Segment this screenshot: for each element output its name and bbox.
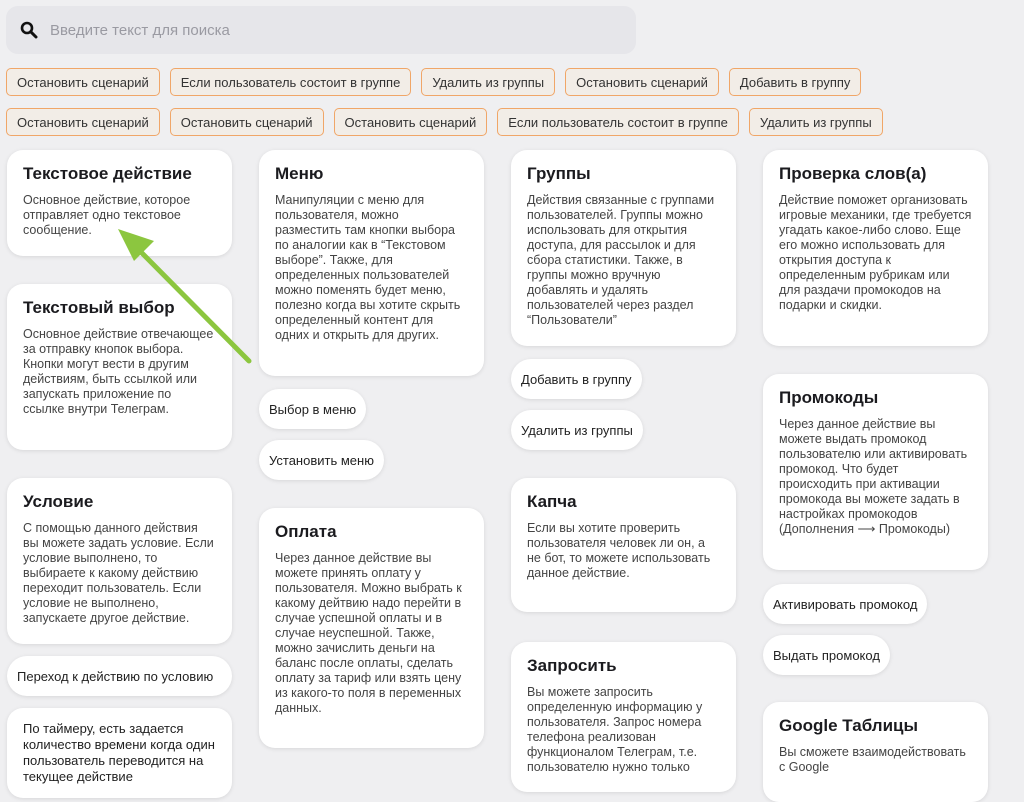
card-description: Действия связанные с группами пользовате… (527, 193, 715, 327)
card-title: Условие (23, 492, 94, 511)
chip-stop-scenario[interactable]: Остановить сценарий (333, 108, 488, 136)
card-promocodes[interactable]: Промокоды Через данное действие вы может… (763, 374, 988, 570)
card-word-check[interactable]: Проверка слов(а) Действие поможет органи… (763, 150, 988, 346)
chip-stop-scenario[interactable]: Остановить сценарий (6, 108, 160, 136)
card-request[interactable]: Запросить Вы можете запросить определенн… (511, 642, 736, 792)
card-title: Текстовое действие (23, 164, 192, 183)
chip-stop-scenario[interactable]: Остановить сценарий (565, 68, 719, 96)
chip-row-1: Остановить сценарий Если пользователь со… (6, 68, 862, 96)
card-groups[interactable]: Группы Действия связанные с группами пол… (511, 150, 736, 346)
card-title: Запросить (527, 656, 617, 675)
pill-give-promocode[interactable]: Выдать промокод (763, 635, 890, 675)
card-description: Основное действие, которое отправляет од… (23, 193, 191, 237)
card-description: С помощью данного действия вы можете зад… (23, 521, 214, 625)
card-title: Группы (527, 164, 591, 183)
card-condition[interactable]: Условие С помощью данного действия вы мо… (7, 478, 232, 644)
card-description: Если вы хотите проверить пользователя че… (527, 521, 711, 580)
pill-menu-choice[interactable]: Выбор в меню (259, 389, 367, 429)
card-description: Вы можете запросить определенную информа… (527, 685, 703, 774)
card-title: Меню (275, 164, 324, 183)
card-text-action[interactable]: Текстовое действие Основное действие, ко… (7, 150, 232, 256)
pill-set-menu[interactable]: Установить меню (259, 440, 384, 480)
card-description: По таймеру, есть задается количество вре… (23, 721, 215, 784)
card-payment[interactable]: Оплата Через данное действие вы можете п… (259, 508, 484, 748)
card-description: Основное действие отвечающее за отправку… (23, 327, 214, 416)
pill-remove-from-group[interactable]: Удалить из группы (511, 410, 643, 450)
chip-row-2: Остановить сценарий Остановить сценарий … (6, 108, 883, 136)
chip-remove-from-group[interactable]: Удалить из группы (748, 108, 883, 136)
pill-goto-by-condition[interactable]: Переход к действию по условию (7, 656, 232, 696)
card-title: Google Таблицы (779, 716, 918, 735)
card-google-sheets[interactable]: Google Таблицы Вы сможете взаимодействов… (763, 702, 988, 802)
card-description: Вы сможете взаимодействовать с Google (779, 745, 966, 774)
card-title: Промокоды (779, 388, 879, 407)
card-timer[interactable]: По таймеру, есть задается количество вре… (7, 708, 232, 798)
chip-add-to-group[interactable]: Добавить в группу (728, 68, 862, 96)
card-captcha[interactable]: Капча Если вы хотите проверить пользоват… (511, 478, 736, 612)
card-title: Текстовый выбор (23, 298, 175, 317)
pill-add-to-group[interactable]: Добавить в группу (511, 359, 642, 399)
card-description: Действие поможет организовать игровые ме… (779, 193, 972, 312)
chip-if-user-in-group[interactable]: Если пользователь состоит в группе (497, 108, 739, 136)
card-title: Проверка слов(а) (779, 164, 927, 183)
chip-remove-from-group[interactable]: Удалить из группы (421, 68, 556, 96)
card-title: Оплата (275, 522, 337, 541)
search-input[interactable] (48, 20, 572, 40)
card-title: Капча (527, 492, 577, 511)
search-bar[interactable] (6, 6, 636, 54)
card-description: Через данное действие вы можете выдать п… (779, 417, 968, 536)
search-icon (20, 21, 38, 39)
chip-stop-scenario[interactable]: Остановить сценарий (169, 108, 324, 136)
card-menu[interactable]: Меню Манипуляции с меню для пользователя… (259, 150, 484, 376)
chip-if-user-in-group[interactable]: Если пользователь состоит в группе (169, 68, 412, 96)
card-description: Манипуляции с меню для пользователя, мож… (275, 193, 461, 342)
card-description: Через данное действие вы можете принять … (275, 551, 462, 715)
card-text-choice[interactable]: Текстовый выбор Основное действие отвеча… (7, 284, 232, 450)
chip-stop-scenario[interactable]: Остановить сценарий (6, 68, 160, 96)
pill-activate-promocode[interactable]: Активировать промокод (763, 584, 928, 624)
